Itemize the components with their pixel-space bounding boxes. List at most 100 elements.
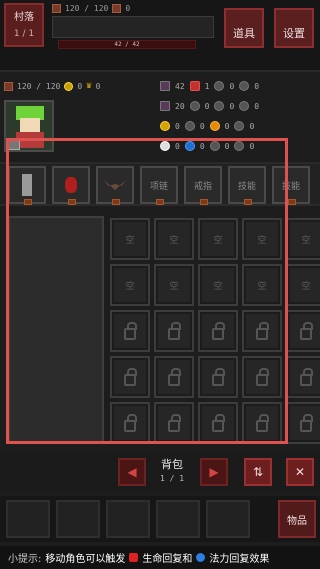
lock-icon [168,368,181,386]
skill-slot-label: 技能 [281,181,300,192]
inventory-cell[interactable]: 空 [154,218,194,260]
inventory-cell[interactable]: 空 [286,264,320,306]
skill-slot[interactable]: 技能 [272,166,310,205]
gem-icon [65,177,77,193]
atk2-value: 1 [204,81,210,91]
heart-icon [129,553,139,562]
slot-tag-icon [68,199,76,205]
inventory-cell[interactable]: 空 [110,218,150,260]
character-portrait[interactable] [4,100,54,152]
level-badge-icon [8,140,20,150]
tip-bar: 小提示: 移动角色可以触发 生命回复和 法力回复效果 [0,546,320,569]
name-field [52,16,214,38]
close-icon: ✕ [294,465,306,479]
stats-panel: 42 1 0 0 20 0 0 0 0 0 0 0 0 0 0 0 [160,76,316,156]
tab-inactive[interactable] [156,500,200,538]
inventory-cell[interactable]: 空 [286,218,320,260]
hp-icon [52,4,61,13]
necklace-slot[interactable]: 项链 [140,166,178,205]
cell-label: 空 [301,235,311,246]
inventory-grid: 空 空 空 空 空 空 空 空 空 空 [110,218,320,448]
sort-icon: ⇅ [252,465,264,479]
ring-slot[interactable]: 戒指 [184,166,222,205]
xp-bar: 42 / 42 [58,40,196,49]
settings-button[interactable]: 设置 [274,8,314,48]
items-button[interactable]: 道具 [224,8,264,48]
top-bar: 村落 1 / 1 120 / 120 0 42 / 42 道具 设置 [0,0,320,72]
stat-row: 20 0 0 0 [160,96,316,116]
inventory-cell[interactable]: 空 [198,218,238,260]
locked-cell[interactable] [286,310,320,352]
inventory-cell[interactable]: 空 [242,218,282,260]
shield-icon [234,121,245,131]
locked-cell[interactable] [242,356,282,398]
slot-tag-icon [112,199,120,205]
lock-icon [124,414,137,432]
stat-zero: 0 [249,121,255,131]
next-arrow-icon: ▶ [209,465,219,479]
locked-cell[interactable] [154,402,194,444]
cell-label: 空 [125,281,135,292]
locked-cell[interactable] [198,402,238,444]
weapon-slot[interactable] [8,166,46,205]
character-stat-header: 120 / 120 0 ♛ 0 [4,76,156,96]
tab-inactive[interactable] [6,500,50,538]
hp-stat: 120 / 120 [17,81,61,91]
sort-button[interactable]: ⇅ [244,458,272,486]
close-button[interactable]: ✕ [286,458,314,486]
locked-cell[interactable] [110,310,150,352]
bag-title: 背包 [161,458,183,471]
village-button[interactable]: 村落 1 / 1 [4,3,44,47]
village-level: 1 / 1 [13,29,35,39]
coin-icon [64,81,74,91]
tab-items[interactable]: 物品 [278,500,316,538]
body [16,132,44,148]
slot-tag-icon [288,199,296,205]
potion-icon [160,121,170,131]
bag-page-number: 1 / 1 [159,474,185,483]
armor-slot[interactable] [52,166,90,205]
inventory-cell[interactable]: 空 [110,264,150,306]
stat-zero: 0 [249,141,255,151]
locked-cell[interactable] [110,402,150,444]
locked-cell[interactable] [286,356,320,398]
prev-page-button[interactable]: ◀ [118,458,146,486]
locked-cell[interactable] [242,402,282,444]
locked-cell[interactable] [198,310,238,352]
cell-label: 空 [257,235,267,246]
village-label: 村落 [14,12,34,23]
lock-icon [168,322,181,340]
locked-cell[interactable] [242,310,282,352]
locked-cell[interactable] [154,310,194,352]
tab-inactive[interactable] [106,500,150,538]
crown-stat: 0 [95,81,101,91]
tip-text: 生命回复和 [142,554,193,565]
slot-tag-icon [244,199,252,205]
skill-slot[interactable]: 技能 [228,166,266,205]
necklace-slot-label: 项链 [149,181,168,192]
stat-zero: 0 [224,121,230,131]
luck-value: 0 [254,101,260,111]
locked-cell[interactable] [110,356,150,398]
cell-label: 空 [125,235,135,246]
cell-label: 空 [213,281,223,292]
items-button-label: 道具 [233,27,255,40]
locked-cell[interactable] [198,356,238,398]
locked-cell[interactable] [286,402,320,444]
tab-inactive[interactable] [56,500,100,538]
tab-inactive[interactable] [206,500,250,538]
inventory-cell[interactable]: 空 [198,264,238,306]
cross-icon [209,121,220,131]
inventory-cell[interactable]: 空 [154,264,194,306]
inventory-cell[interactable]: 空 [242,264,282,306]
attack-icon [160,81,170,91]
lock-icon [256,414,269,432]
mana-icon [184,141,195,151]
hp-text: 120 / 120 [65,4,109,13]
locked-cell[interactable] [154,356,194,398]
lock-icon [212,368,225,386]
next-page-button[interactable]: ▶ [200,458,228,486]
shield-icon [239,101,250,111]
pet-slot[interactable] [96,166,134,205]
lock-icon [168,414,181,432]
